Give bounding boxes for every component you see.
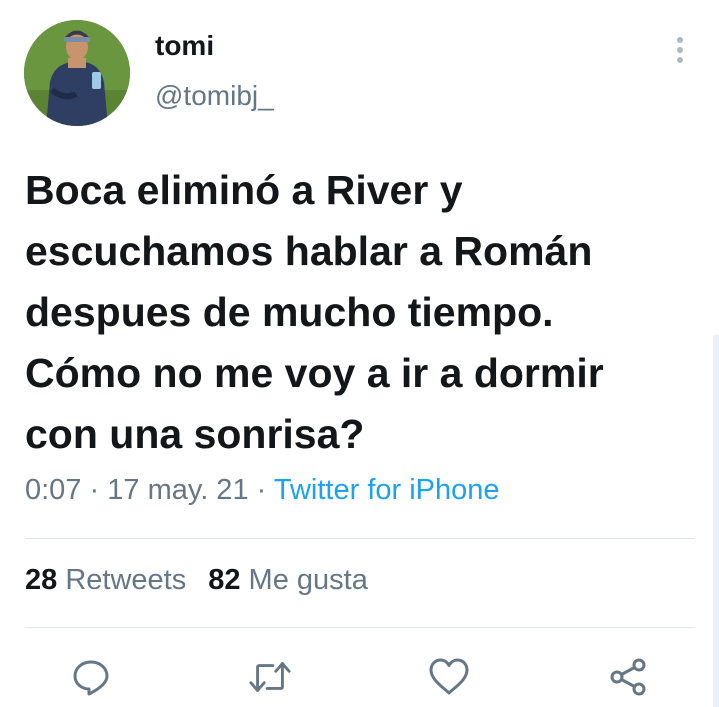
retweets-stat[interactable]: 28 Retweets	[25, 564, 186, 596]
tweet-meta: 0:07 · 17 may. 21 · Twitter for iPhone	[25, 474, 500, 507]
retweet-icon	[249, 662, 291, 692]
avatar[interactable]	[24, 20, 130, 126]
meta-separator: ·	[256, 474, 267, 506]
retweets-count: 28	[25, 564, 58, 596]
share-button[interactable]	[606, 655, 650, 699]
tweet-stats: 28 Retweets 82 Me gusta	[25, 564, 368, 597]
retweet-button[interactable]	[248, 655, 292, 699]
display-name[interactable]: tomi	[155, 30, 214, 62]
tweet-text: Boca eliminó a River y escuchamos hablar…	[25, 167, 604, 457]
reply-icon	[73, 660, 109, 696]
reply-button[interactable]	[69, 655, 113, 699]
tweet-time: 0:07	[25, 474, 82, 506]
more-options-button[interactable]	[660, 28, 700, 72]
likes-label: Me gusta	[248, 564, 368, 596]
tweet-source-link[interactable]: Twitter for iPhone	[274, 474, 500, 506]
share-icon	[610, 658, 646, 696]
heart-icon	[429, 658, 469, 695]
avatar-photo	[24, 20, 130, 126]
divider	[25, 627, 695, 628]
meta-separator: ·	[89, 474, 100, 506]
retweets-label: Retweets	[65, 564, 187, 596]
like-button[interactable]	[427, 655, 471, 699]
likes-stat[interactable]: 82 Me gusta	[208, 564, 368, 596]
tweet-date: 17 may. 21	[107, 474, 249, 506]
likes-count: 82	[208, 564, 241, 596]
scrollbar[interactable]	[713, 335, 719, 707]
vertical-ellipsis-icon	[677, 37, 683, 63]
user-handle[interactable]: @tomibj_	[155, 80, 274, 112]
divider	[25, 538, 695, 539]
